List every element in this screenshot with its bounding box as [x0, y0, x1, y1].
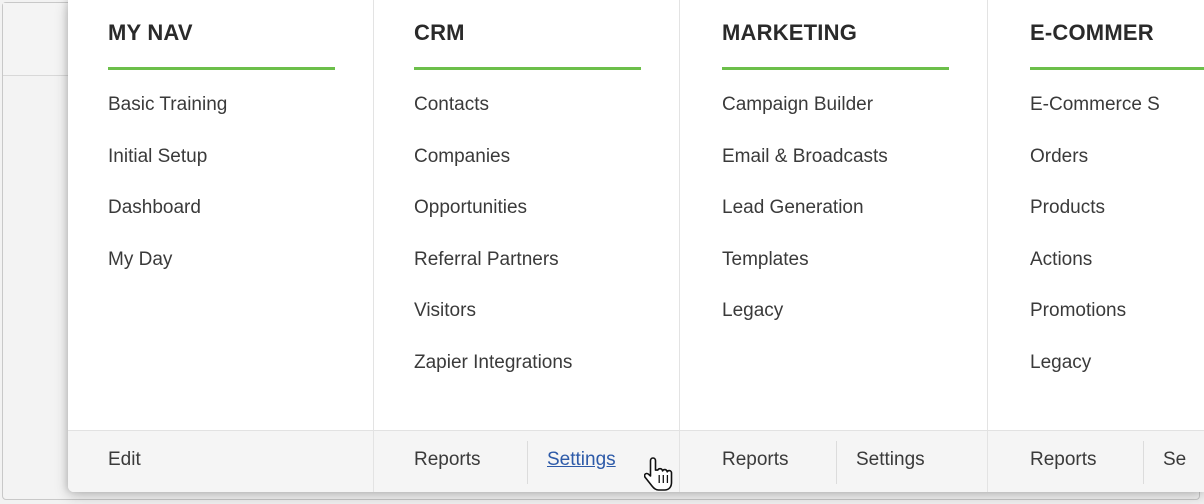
divider	[1143, 441, 1144, 484]
menu-item-my-day[interactable]: My Day	[108, 243, 227, 295]
menu-item-initial-setup[interactable]: Initial Setup	[108, 140, 227, 192]
column-items: E-Commerce S Orders Products Actions Pro…	[1030, 88, 1160, 397]
menu-footer: Edit Reports Settings Reports Settings R…	[68, 430, 1204, 492]
menu-item-actions[interactable]: Actions	[1030, 243, 1160, 295]
footer-my-nav: Edit	[68, 431, 374, 492]
hand-pointer-icon	[644, 457, 673, 491]
column-items: Contacts Companies Opportunities Referra…	[414, 88, 572, 397]
menu-item-lead-generation[interactable]: Lead Generation	[722, 191, 888, 243]
crm-reports-link[interactable]: Reports	[414, 449, 481, 471]
footer-ecommerce: Reports Se	[990, 431, 1204, 492]
column-underline	[1030, 67, 1204, 70]
edit-link[interactable]: Edit	[108, 449, 141, 471]
menu-item-opportunities[interactable]: Opportunities	[414, 191, 572, 243]
column-crm: CRM Contacts Companies Opportunities Ref…	[374, 0, 680, 430]
column-items: Basic Training Initial Setup Dashboard M…	[108, 88, 227, 294]
menu-item-legacy[interactable]: Legacy	[722, 294, 888, 346]
menu-item-email-broadcasts[interactable]: Email & Broadcasts	[722, 140, 888, 192]
divider	[527, 441, 528, 484]
column-underline	[414, 67, 641, 70]
menu-item-legacy[interactable]: Legacy	[1030, 346, 1160, 398]
footer-crm: Reports Settings	[374, 431, 680, 492]
column-underline	[108, 67, 335, 70]
menu-item-basic-training[interactable]: Basic Training	[108, 88, 227, 140]
crm-settings-link[interactable]: Settings	[547, 449, 616, 471]
marketing-settings-link[interactable]: Settings	[856, 449, 925, 471]
divider	[836, 441, 837, 484]
column-items: Campaign Builder Email & Broadcasts Lead…	[722, 88, 888, 346]
menu-item-orders[interactable]: Orders	[1030, 140, 1160, 192]
menu-item-templates[interactable]: Templates	[722, 243, 888, 295]
column-title: E-COMMER	[1030, 20, 1154, 45]
menu-item-products[interactable]: Products	[1030, 191, 1160, 243]
footer-marketing: Reports Settings	[682, 431, 988, 492]
mega-menu: MY NAV Basic Training Initial Setup Dash…	[68, 0, 1204, 492]
column-marketing: MARKETING Campaign Builder Email & Broad…	[682, 0, 988, 430]
menu-item-referral-partners[interactable]: Referral Partners	[414, 243, 572, 295]
menu-item-promotions[interactable]: Promotions	[1030, 294, 1160, 346]
menu-item-companies[interactable]: Companies	[414, 140, 572, 192]
ecommerce-settings-link[interactable]: Se	[1163, 449, 1186, 471]
menu-item-campaign-builder[interactable]: Campaign Builder	[722, 88, 888, 140]
menu-item-dashboard[interactable]: Dashboard	[108, 191, 227, 243]
column-title: MY NAV	[108, 20, 193, 45]
column-title: MARKETING	[722, 20, 858, 45]
ecommerce-reports-link[interactable]: Reports	[1030, 449, 1097, 471]
column-my-nav: MY NAV Basic Training Initial Setup Dash…	[68, 0, 374, 430]
column-underline	[722, 67, 949, 70]
column-title: CRM	[414, 20, 465, 45]
menu-item-zapier-integrations[interactable]: Zapier Integrations	[414, 346, 572, 398]
menu-item-visitors[interactable]: Visitors	[414, 294, 572, 346]
marketing-reports-link[interactable]: Reports	[722, 449, 789, 471]
menu-item-ecommerce-setup[interactable]: E-Commerce S	[1030, 88, 1160, 140]
menu-item-contacts[interactable]: Contacts	[414, 88, 572, 140]
column-ecommerce: E-COMMER E-Commerce S Orders Products Ac…	[990, 0, 1204, 430]
